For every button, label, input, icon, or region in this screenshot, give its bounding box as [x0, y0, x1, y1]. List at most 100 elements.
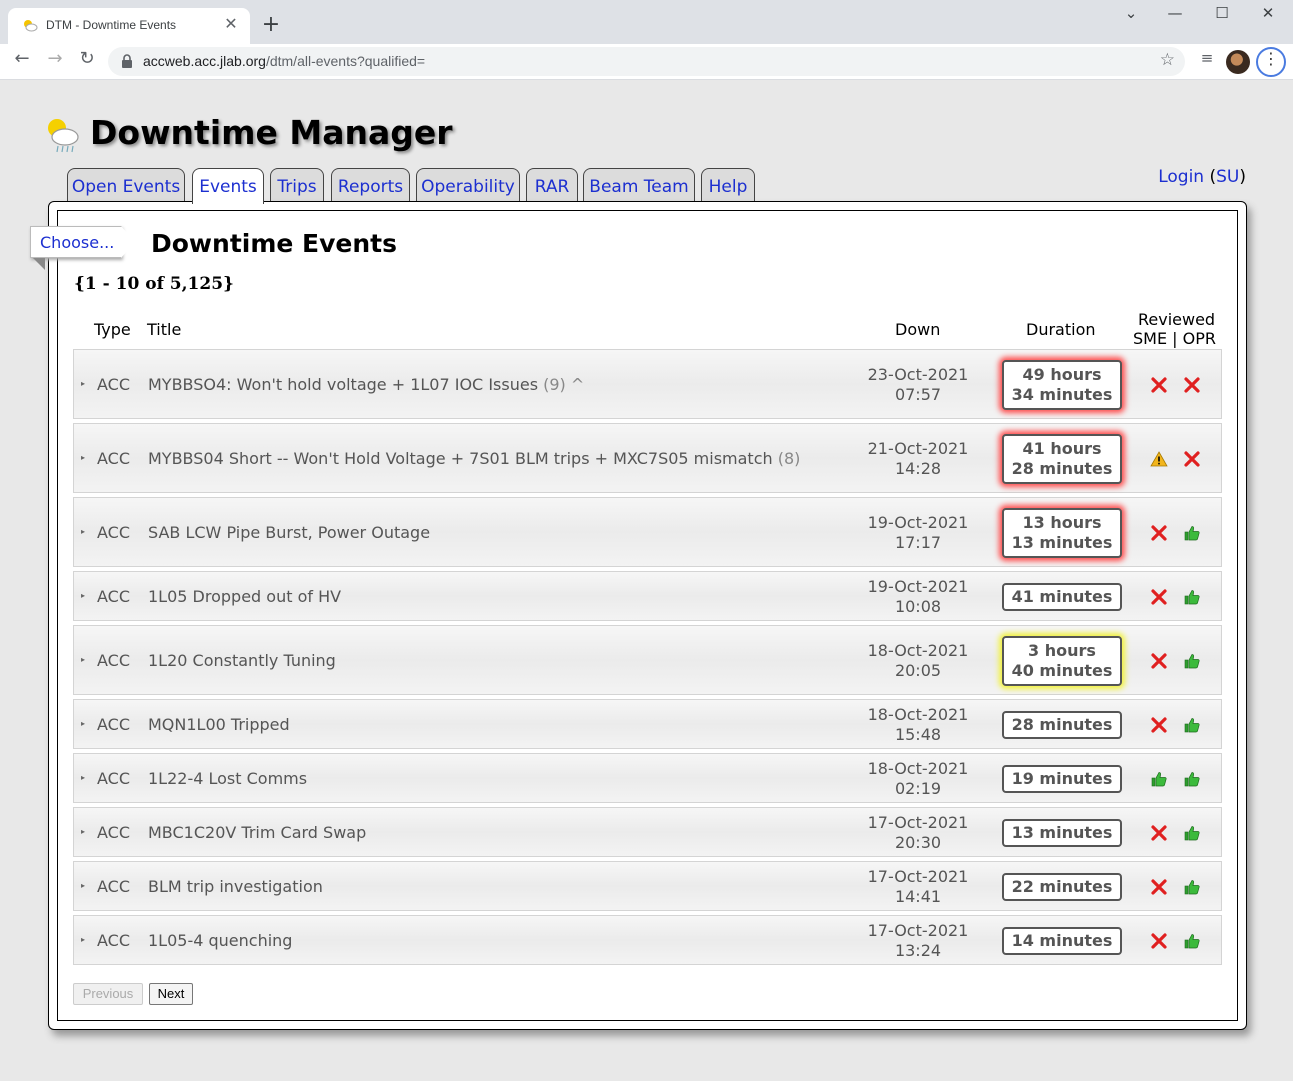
event-type: ACC — [97, 769, 131, 788]
down-timestamp: 19-Oct-2021 17:17 — [867, 513, 969, 552]
duration-badge: 49 hours 34 minutes — [1002, 360, 1122, 410]
event-type: ACC — [97, 877, 131, 896]
cloud-sun-icon — [24, 20, 38, 32]
event-title[interactable]: 1L20 Constantly Tuning — [148, 651, 336, 670]
previous-button[interactable]: Previous — [73, 983, 143, 1005]
browser-tab[interactable]: DTM - Downtime Events ✕ — [8, 8, 250, 44]
event-type: ACC — [97, 651, 131, 670]
expand-row-icon[interactable]: ▸ — [81, 935, 89, 944]
event-type: ACC — [97, 931, 131, 950]
table-row[interactable]: ▸ ACC 1L20 Constantly Tuning 18-Oct-2021 20:… — [73, 625, 1222, 695]
reading-list-icon[interactable]: ≡ — [1194, 49, 1220, 75]
incident-count: (9) — [538, 375, 566, 394]
new-tab-button[interactable]: + — [259, 12, 283, 37]
tab-beam-team[interactable]: Beam Team — [583, 168, 695, 202]
event-type: ACC — [97, 449, 131, 468]
address-bar[interactable]: accweb.acc.jlab.org/dtm/all-events?quali… — [108, 47, 1185, 76]
tab-events[interactable]: Events — [192, 168, 264, 204]
duration-badge: 28 minutes — [1002, 711, 1122, 739]
expand-row-icon[interactable]: ▸ — [81, 379, 89, 388]
sme-review-x-icon — [1149, 715, 1169, 735]
table-row[interactable]: ▸ ACC MYBBSO4: Won't hold voltage + 1L07 I… — [73, 349, 1222, 419]
table-row[interactable]: ▸ ACC 1L22-4 Lost Comms 18-Oct-2021 02:19 19 … — [73, 753, 1222, 803]
profile-avatar[interactable] — [1226, 50, 1250, 74]
paging-info: {1 - 10 of 5,125} — [74, 274, 234, 294]
down-timestamp: 18-Oct-2021 02:19 — [867, 759, 969, 798]
table-row[interactable]: ▸ ACC BLM trip investigation 17-Oct-2021 14:… — [73, 861, 1222, 911]
table-row[interactable]: ▸ ACC MQN1L00 Tripped 18-Oct-2021 15:48 28 mi… — [73, 699, 1222, 749]
opr-review-thumbs-up-icon — [1182, 587, 1202, 607]
event-title[interactable]: 1L05 Dropped out of HV — [148, 587, 341, 606]
tab-open-events[interactable]: Open Events — [67, 168, 185, 202]
event-title[interactable]: SAB LCW Pipe Burst, Power Outage — [148, 523, 430, 542]
opr-review-thumbs-up-icon — [1182, 715, 1202, 735]
expand-row-icon[interactable]: ▸ — [81, 453, 89, 462]
down-timestamp: 18-Oct-2021 20:05 — [867, 641, 969, 680]
tab-reports[interactable]: Reports — [331, 168, 410, 202]
duration-badge: 19 minutes — [1002, 765, 1122, 793]
duration-badge: 13 hours 13 minutes — [1002, 508, 1122, 558]
choose-arrow — [121, 226, 135, 258]
table-row[interactable]: ▸ ACC 1L05 Dropped out of HV 19-Oct-2021 10:… — [73, 571, 1222, 621]
duration-badge: 3 hours 40 minutes — [1002, 636, 1122, 686]
tab-rar[interactable]: RAR — [526, 168, 578, 202]
window-close-icon[interactable]: ✕ — [1253, 4, 1283, 26]
event-title[interactable]: MYBBSO4: Won't hold voltage + 1L07 IOC I… — [148, 375, 584, 394]
duration-badge: 41 minutes — [1002, 583, 1122, 611]
choose-flag[interactable]: Choose... — [30, 226, 136, 270]
table-row[interactable]: ▸ ACC MYBBS04 Short -- Won't Hold Voltage … — [73, 423, 1222, 493]
maximize-icon[interactable]: ☐ — [1207, 4, 1237, 26]
expand-row-icon[interactable]: ▸ — [81, 827, 89, 836]
table-row[interactable]: ▸ ACC SAB LCW Pipe Burst, Power Outage 19-O… — [73, 497, 1222, 567]
url-text: accweb.acc.jlab.org/dtm/all-events?quali… — [143, 53, 426, 69]
sme-review-x-icon — [1149, 877, 1169, 897]
login-link[interactable]: Login — [1158, 167, 1204, 187]
opr-review-thumbs-up-icon — [1182, 931, 1202, 951]
expand-row-icon[interactable]: ▸ — [81, 719, 89, 728]
browser-toolbar: ← → ↻ accweb.acc.jlab.org/dtm/all-events… — [0, 44, 1293, 80]
browser-menu-icon[interactable]: ⋮ — [1256, 47, 1286, 77]
duration-badge: 22 minutes — [1002, 873, 1122, 901]
expand-row-icon[interactable]: ▸ — [81, 773, 89, 782]
event-title[interactable]: 1L05-4 quenching — [148, 931, 292, 950]
tab-operability[interactable]: Operability — [416, 168, 520, 202]
header-title: Title — [147, 320, 182, 339]
tab-trips[interactable]: Trips — [270, 168, 324, 202]
cloud-rain-logo-icon — [48, 119, 79, 153]
down-timestamp: 17-Oct-2021 13:24 — [867, 921, 969, 960]
opr-review-thumbs-up-icon — [1182, 769, 1202, 789]
caret-up-icon[interactable]: ^ — [566, 375, 584, 394]
bookmark-star-icon[interactable]: ☆ — [1160, 50, 1175, 70]
back-icon[interactable]: ← — [8, 48, 36, 76]
tab-close-icon[interactable]: ✕ — [220, 14, 242, 36]
sme-review-x-icon — [1149, 651, 1169, 671]
event-title[interactable]: MYBBS04 Short -- Won't Hold Voltage + 7S… — [148, 449, 800, 468]
expand-row-icon[interactable]: ▸ — [81, 591, 89, 600]
choose-button[interactable]: Choose... — [30, 226, 122, 258]
sme-review-x-icon — [1149, 375, 1169, 395]
header-down: Down — [895, 320, 941, 339]
event-title[interactable]: MBC1C20V Trim Card Swap — [148, 823, 366, 842]
event-title[interactable]: BLM trip investigation — [148, 877, 323, 896]
event-title[interactable]: MQN1L00 Tripped — [148, 715, 290, 734]
tab-help[interactable]: Help — [701, 168, 755, 202]
table-row[interactable]: ▸ ACC MBC1C20V Trim Card Swap 17-Oct-2021 20… — [73, 807, 1222, 857]
tab-search-icon[interactable]: ⌄ — [1116, 4, 1146, 26]
opr-review-x-icon — [1182, 375, 1202, 395]
expand-row-icon[interactable]: ▸ — [81, 655, 89, 664]
event-title[interactable]: 1L22-4 Lost Comms — [148, 769, 307, 788]
next-button[interactable]: Next — [149, 983, 193, 1005]
table-row[interactable]: ▸ ACC 1L05-4 quenching 17-Oct-2021 13:24 14 m… — [73, 915, 1222, 965]
forward-icon[interactable]: → — [41, 48, 69, 76]
event-type: ACC — [97, 587, 131, 606]
event-type: ACC — [97, 715, 131, 734]
expand-row-icon[interactable]: ▸ — [81, 881, 89, 890]
duration-badge: 41 hours 28 minutes — [1002, 434, 1122, 484]
minimize-icon[interactable]: — — [1160, 4, 1190, 26]
expand-row-icon[interactable]: ▸ — [81, 527, 89, 536]
opr-review-thumbs-up-icon — [1182, 523, 1202, 543]
event-type: ACC — [97, 523, 131, 542]
su-link[interactable]: SU — [1216, 167, 1239, 187]
lock-icon — [122, 54, 132, 68]
reload-icon[interactable]: ↻ — [73, 48, 101, 76]
